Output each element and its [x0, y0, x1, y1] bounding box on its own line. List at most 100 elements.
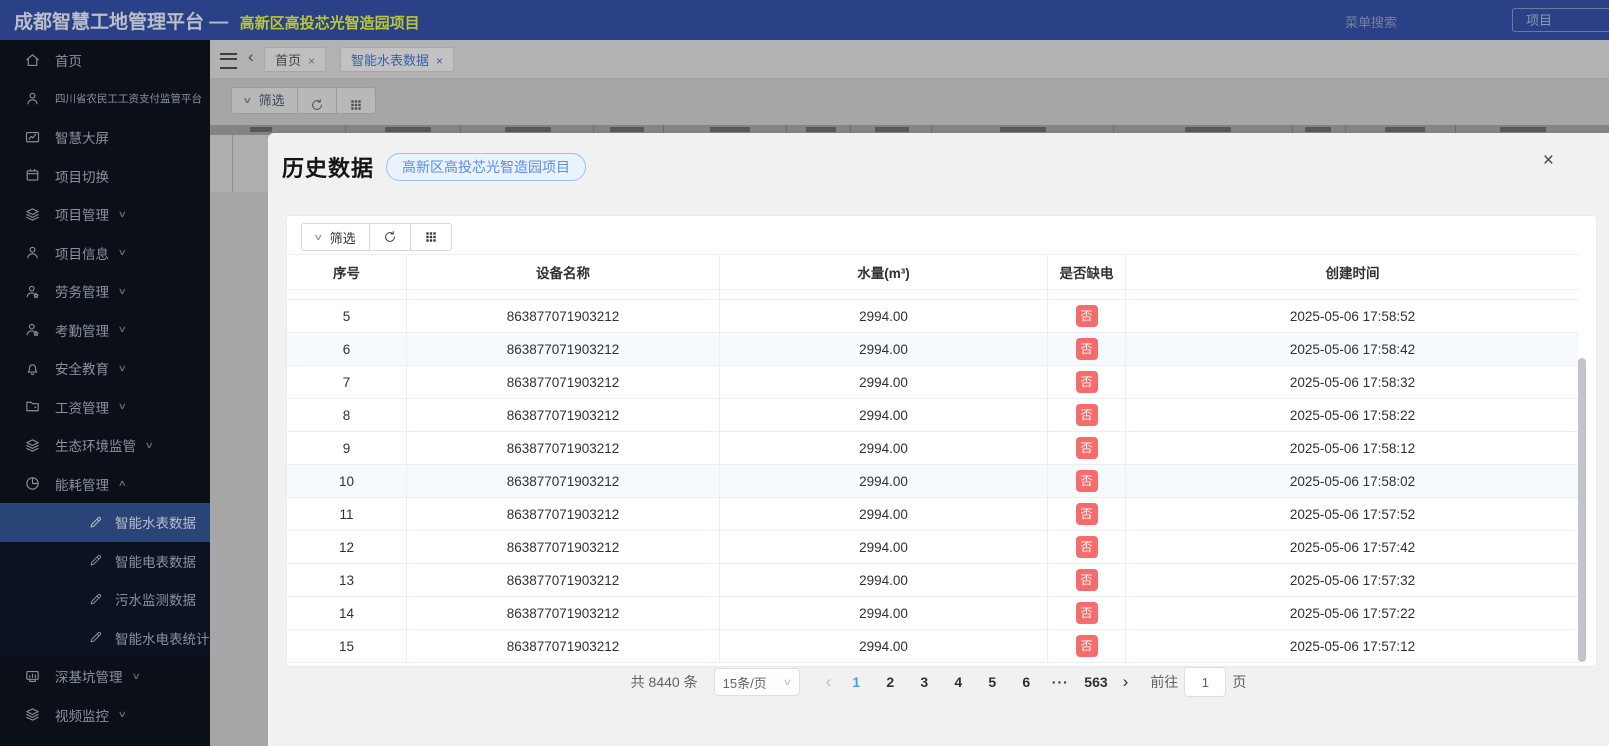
- sidebar-item-label: 生态环境监管: [55, 439, 136, 455]
- sidebar: 首页 四川省农民工工资支付监管平台 智慧大屏 项目切换 项目管理 ∨ 项目信息 ∨ 劳务管理 ∨ 考…: [0, 40, 210, 746]
- pagination-more[interactable]: ···: [1050, 674, 1070, 690]
- sidebar-item-8[interactable]: 考勤管理 ∨: [0, 311, 210, 350]
- sidebar-item-18[interactable]: 视频监控 ∨: [0, 696, 210, 735]
- app-window: 成都智慧工地管理平台 — 高新区高投芯光智造园项目 菜单搜索 项目 首页 四川省农…: [0, 0, 1609, 746]
- sidebar-item-15[interactable]: 污水监测数据: [0, 580, 210, 619]
- cell-created-time: 2025-05-06 17:58:52: [1289, 308, 1416, 324]
- background-refresh-button[interactable]: [297, 87, 337, 114]
- next-page-button[interactable]: ›: [1115, 672, 1137, 692]
- cell-index: 5: [287, 300, 407, 332]
- pen-icon: [88, 592, 103, 607]
- power-lack-badge: 否: [1075, 437, 1098, 459]
- pagination-total: 共 8440 条: [630, 674, 698, 690]
- tab-bar: ‹ 首页 × 智能水表数据 ×: [210, 40, 1609, 79]
- user-icon: [24, 90, 41, 107]
- page-number-4[interactable]: 4: [948, 674, 968, 690]
- table-row: 5 863877071903212 2994.00 否 2025-05-06 17:58…: [287, 300, 1579, 333]
- table-header-row: 序号 设备名称 水量(m³) 是否缺电 创建时间: [287, 255, 1579, 290]
- sidebar-item-5[interactable]: 项目管理 ∨: [0, 195, 210, 234]
- cell-index: 8: [287, 399, 407, 431]
- table-row: 8 863877071903212 2994.00 否 2025-05-06 17:58…: [287, 399, 1579, 432]
- cell-created-time: 2025-05-06 17:58:32: [1289, 374, 1416, 390]
- tabs-back-chevron-icon[interactable]: ‹: [248, 47, 254, 67]
- filter-label: 筛选: [329, 230, 356, 246]
- cell-power-lack: 否: [1048, 465, 1126, 497]
- sidebar-item-label: 视频监控: [55, 708, 109, 724]
- chevron-down-icon: ∨: [117, 247, 127, 258]
- modal-title: 历史数据: [282, 156, 375, 181]
- page-size-select[interactable]: 15条/页 ∨: [713, 668, 800, 696]
- cell-created-time: 2025-05-06 17:57:22: [1289, 605, 1416, 621]
- cell-device-name: 863877071903212: [407, 597, 720, 629]
- page-number-563[interactable]: 563: [1084, 674, 1107, 690]
- cell-index: 7: [287, 366, 407, 398]
- goto-suffix: 页: [1232, 674, 1247, 690]
- columns-button[interactable]: [410, 223, 452, 251]
- background-filter-button[interactable]: ∨ 筛选: [231, 87, 298, 114]
- sidebar-item-label: 智慧大屏: [55, 131, 109, 147]
- pie-icon: [24, 475, 41, 492]
- modal-card: ∨ 筛选 序号 设备名称 水量(m³) 是否缺电 创建时间 5 8638770719032…: [286, 215, 1597, 667]
- filter-label: 筛选: [258, 93, 285, 108]
- sidebar-item-6[interactable]: 项目信息 ∨: [0, 234, 210, 273]
- cell-device-name: 863877071903212: [407, 465, 720, 497]
- close-icon[interactable]: ×: [308, 54, 315, 68]
- sidebar-item-14[interactable]: 智能电表数据: [0, 541, 210, 580]
- sidebar-item-4[interactable]: 项目切换: [0, 157, 210, 196]
- cell-created-time: 2025-05-06 17:58:22: [1289, 407, 1416, 423]
- cell-water-volume: 2994.00: [720, 300, 1048, 332]
- sidebar-menu: 首页 四川省农民工工资支付监管平台 智慧大屏 项目切换 项目管理 ∨ 项目信息 ∨ 劳务管理 ∨ 考…: [0, 41, 210, 734]
- refresh-icon: [383, 230, 397, 244]
- page-number-2[interactable]: 2: [880, 674, 900, 690]
- filter-button[interactable]: ∨ 筛选: [301, 223, 370, 251]
- page-number-6[interactable]: 6: [1016, 674, 1036, 690]
- sidebar-item-label: 智能水电表统计: [115, 631, 210, 647]
- cell-water-volume: 2994.00: [720, 531, 1048, 563]
- sidebar-item-label: 能耗管理: [55, 477, 109, 493]
- sidebar-item-label: 污水监测数据: [115, 593, 196, 609]
- sidebar-item-13[interactable]: 智能水表数据: [0, 503, 210, 542]
- collapse-menu-icon[interactable]: [220, 53, 237, 69]
- sidebar-item-12[interactable]: 能耗管理 ∧: [0, 465, 210, 504]
- page-number-3[interactable]: 3: [914, 674, 934, 690]
- sidebar-item-11[interactable]: 生态环境监管 ∨: [0, 426, 210, 465]
- page-number-5[interactable]: 5: [982, 674, 1002, 690]
- column-header: 水量(m³): [720, 255, 1048, 289]
- chevron-down-icon: ∨: [782, 676, 793, 687]
- sidebar-item-3[interactable]: 智慧大屏: [0, 118, 210, 157]
- modal-close-icon[interactable]: ×: [1543, 151, 1554, 170]
- sidebar-item-9[interactable]: 安全教育 ∨: [0, 349, 210, 388]
- sidebar-item-7[interactable]: 劳务管理 ∨: [0, 272, 210, 311]
- tab-smart-water-meter[interactable]: 智能水表数据 ×: [340, 47, 455, 72]
- prev-page-button[interactable]: ‹: [818, 672, 840, 692]
- table-row: 15 863877071903212 2994.00 否 2025-05-06 17:5…: [287, 630, 1579, 663]
- cell-device-name: 863877071903212: [407, 399, 720, 431]
- cell-created-time: 2025-05-06 17:57:32: [1289, 572, 1416, 588]
- cell-device-name: 863877071903212: [407, 531, 720, 563]
- cell-water-volume: 2994.00: [720, 432, 1048, 464]
- menu-search-link[interactable]: 菜单搜索: [1345, 12, 1397, 31]
- close-icon[interactable]: ×: [436, 54, 443, 68]
- sidebar-item-label: 项目管理: [55, 208, 109, 224]
- refresh-button[interactable]: [369, 223, 411, 251]
- background-columns-button[interactable]: [336, 87, 376, 114]
- sidebar-item-1[interactable]: 首页: [0, 41, 210, 80]
- sidebar-item-16[interactable]: 智能水电表统计: [0, 618, 210, 657]
- power-lack-badge: 否: [1075, 371, 1098, 393]
- project-switch-button[interactable]: 项目: [1512, 8, 1609, 32]
- sidebar-item-2[interactable]: 四川省农民工工资支付监管平台: [0, 80, 210, 119]
- goto-page-input[interactable]: [1184, 667, 1227, 697]
- cell-water-volume: 2994.00: [720, 564, 1048, 596]
- cell-index: 9: [287, 432, 407, 464]
- sidebar-item-label: 四川省农民工工资支付监管平台: [55, 93, 202, 106]
- header-project-name: 高新区高投芯光智造园项目: [239, 15, 420, 32]
- page-number-1[interactable]: 1: [846, 674, 866, 690]
- table-row: 12 863877071903212 2994.00 否 2025-05-06 17:5…: [287, 531, 1579, 564]
- cell-power-lack: 否: [1048, 531, 1126, 563]
- sidebar-item-10[interactable]: 工资管理 ∨: [0, 388, 210, 427]
- sidebar-item-17[interactable]: 深基坑管理 ∨: [0, 657, 210, 696]
- power-lack-badge: 否: [1075, 470, 1098, 492]
- project-badge: 高新区高投芯光智造园项目: [386, 153, 587, 181]
- scrollbar-thumb[interactable]: [1578, 358, 1586, 662]
- tab-home[interactable]: 首页 ×: [264, 47, 327, 72]
